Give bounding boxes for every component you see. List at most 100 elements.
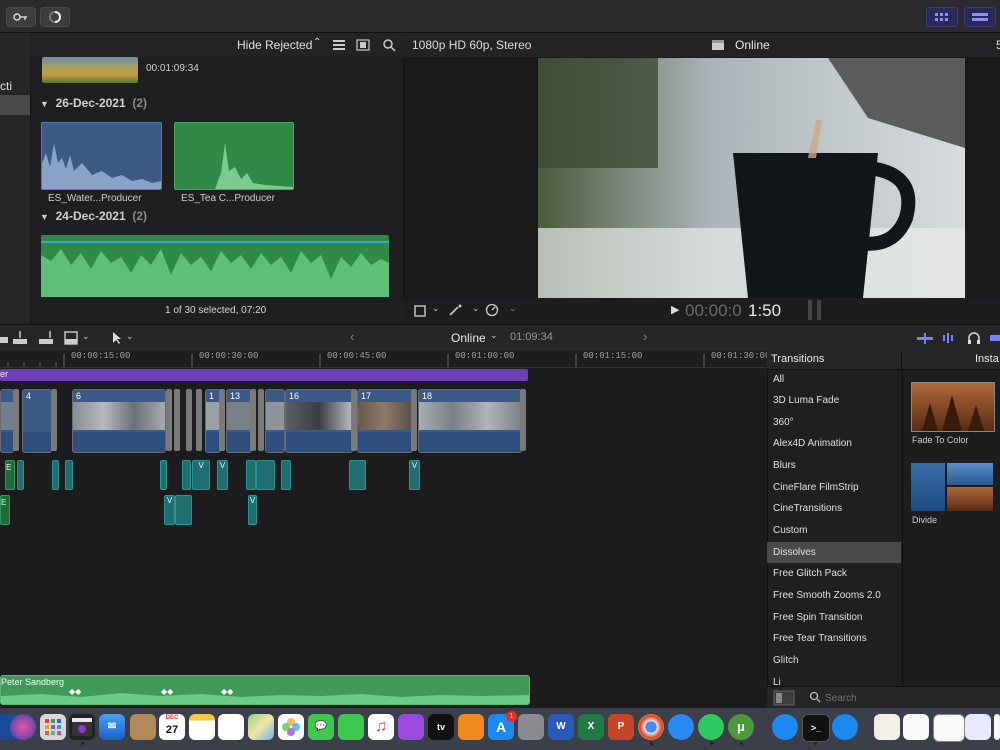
timeline-ruler[interactable]: 00:00:15:00 00:00:30:00 00:00:45:00 00:0… <box>0 351 770 368</box>
chevron-down-icon[interactable]: ⌄ <box>432 303 440 314</box>
connected-clip[interactable] <box>52 460 59 490</box>
books-icon[interactable] <box>458 714 484 740</box>
filmstrip-icon[interactable] <box>356 39 370 51</box>
connected-clip[interactable] <box>175 495 192 525</box>
keyframe-icon[interactable]: ◆◆ <box>161 687 173 696</box>
snapping-icon[interactable] <box>988 331 1000 345</box>
category-item[interactable]: Free Glitch Pack <box>767 563 901 584</box>
music-clip[interactable]: Peter Sandberg ◆◆ ◆◆ ◆◆ <box>0 675 530 705</box>
connected-clip[interactable]: V <box>164 495 175 525</box>
category-item[interactable]: Free Spin Transition <box>767 607 901 628</box>
messages-icon[interactable]: 💬 <box>308 714 334 740</box>
calendar-icon[interactable]: DEC 27 <box>159 714 185 740</box>
clip-thumbnail[interactable] <box>42 57 138 83</box>
window-thumbnail[interactable] <box>965 714 991 740</box>
music-icon[interactable]: ♫ <box>368 714 394 740</box>
disclosure-triangle-icon[interactable]: ▼ <box>40 212 49 222</box>
video-clip[interactable]: 17 <box>357 389 413 453</box>
sidebar-toggle-icon[interactable] <box>773 690 795 706</box>
mail-icon[interactable]: ✉ <box>99 714 125 740</box>
category-item-selected[interactable]: Dissolves <box>767 542 901 563</box>
document-thumbnail[interactable] <box>874 714 900 740</box>
contacts-icon[interactable] <box>130 714 156 740</box>
title-clip[interactable]: er <box>0 369 528 381</box>
keyframe-icon[interactable]: ◆◆ <box>69 687 81 696</box>
clip-edge[interactable] <box>13 389 19 451</box>
overwrite-clip-icon[interactable] <box>64 331 78 345</box>
video-clip[interactable] <box>265 389 285 453</box>
video-clip[interactable]: 4 <box>22 389 52 453</box>
maps-icon[interactable] <box>248 714 274 740</box>
append-clip-icon[interactable] <box>38 331 56 345</box>
insert-clip-icon[interactable] <box>12 331 30 345</box>
connected-clip[interactable]: V <box>192 460 210 490</box>
system-preferences-icon[interactable] <box>518 714 544 740</box>
photos-icon[interactable] <box>278 714 304 740</box>
chevron-down-icon[interactable]: ⌄ <box>490 330 498 341</box>
category-item[interactable]: CineFlare FilmStrip <box>767 477 901 498</box>
connected-clip[interactable] <box>160 460 167 490</box>
video-clip[interactable]: 18 <box>418 389 522 453</box>
play-icon[interactable]: ▶ <box>671 303 679 316</box>
chevron-down-icon[interactable]: ⌄ <box>126 331 134 342</box>
connected-clip[interactable]: V <box>409 460 420 490</box>
sidebar-item-selected[interactable] <box>0 95 30 115</box>
category-item[interactable]: 3D Luma Fade <box>767 390 901 411</box>
background-tasks-button[interactable] <box>40 7 70 27</box>
powerpoint-icon[interactable]: P <box>608 714 634 740</box>
notes-icon[interactable] <box>189 714 215 740</box>
downloads-stack-icon[interactable] <box>772 714 798 740</box>
category-item[interactable]: Free Tear Transitions <box>767 628 901 649</box>
sync-icon[interactable] <box>832 714 858 740</box>
transitions-search-input[interactable] <box>823 690 997 706</box>
terminal-icon[interactable]: >_ <box>802 714 830 742</box>
apple-tv-icon[interactable]: tv <box>428 714 454 740</box>
category-item[interactable]: Li <box>767 672 901 686</box>
date-group-header[interactable]: ▼ 24-Dec-2021 (2) <box>40 209 147 223</box>
category-item[interactable]: Glitch <box>767 650 901 671</box>
transition-thumbnail[interactable] <box>911 382 995 432</box>
keyframe-icon[interactable]: ◆◆ <box>221 687 233 696</box>
connected-clip[interactable] <box>256 460 275 490</box>
connected-audio-clip[interactable]: E <box>0 495 10 525</box>
connected-clip[interactable] <box>182 460 191 490</box>
category-item[interactable]: Free Smooth Zooms 2.0 <box>767 585 901 606</box>
chevron-down-icon[interactable]: ⌄ <box>472 303 480 314</box>
category-item[interactable]: CineTransitions <box>767 498 901 519</box>
timeline-layout-button[interactable] <box>964 7 996 27</box>
connected-clip[interactable] <box>17 460 24 490</box>
final-cut-pro-icon[interactable] <box>69 714 95 740</box>
launchpad-icon[interactable] <box>40 714 66 740</box>
filter-popup[interactable]: Hide Rejected <box>237 38 312 52</box>
keywords-button[interactable] <box>6 7 36 27</box>
clip-edge[interactable] <box>219 389 225 451</box>
video-clip[interactable]: 16 <box>285 389 353 453</box>
disclosure-triangle-icon[interactable]: ▼ <box>40 99 49 109</box>
connected-audio-clip[interactable]: E <box>5 460 15 490</box>
transition-thumbnail[interactable] <box>911 463 993 511</box>
category-item[interactable]: Alex4D Animation <box>767 433 901 454</box>
browser-layout-button[interactable] <box>926 7 958 27</box>
chevron-down-icon[interactable]: ⌄ <box>82 331 90 342</box>
audio-clip-thumbnail[interactable] <box>174 122 294 190</box>
clip-edge[interactable] <box>411 389 417 451</box>
safari-icon[interactable] <box>668 714 694 740</box>
category-item[interactable]: 360° <box>767 412 901 433</box>
select-tool-icon[interactable] <box>111 331 123 345</box>
clip-edge[interactable] <box>196 389 202 451</box>
word-icon[interactable]: W <box>548 714 574 740</box>
clip-edge[interactable] <box>258 389 264 451</box>
reminders-icon[interactable] <box>218 714 244 740</box>
transform-icon[interactable] <box>413 304 427 318</box>
video-clip[interactable]: 13 <box>226 389 252 453</box>
window-thumbnail[interactable] <box>994 714 1000 740</box>
connected-clip[interactable]: V <box>248 495 257 525</box>
window-thumbnail[interactable] <box>933 714 965 742</box>
podcasts-icon[interactable] <box>398 714 424 740</box>
connected-clip[interactable]: V <box>217 460 228 490</box>
timeline-project-name[interactable]: Online <box>451 331 486 345</box>
magic-wand-icon[interactable] <box>448 303 464 317</box>
search-icon[interactable] <box>382 38 396 52</box>
speed-gauge-icon[interactable] <box>485 303 499 317</box>
audio-skimming-icon[interactable] <box>941 331 959 345</box>
